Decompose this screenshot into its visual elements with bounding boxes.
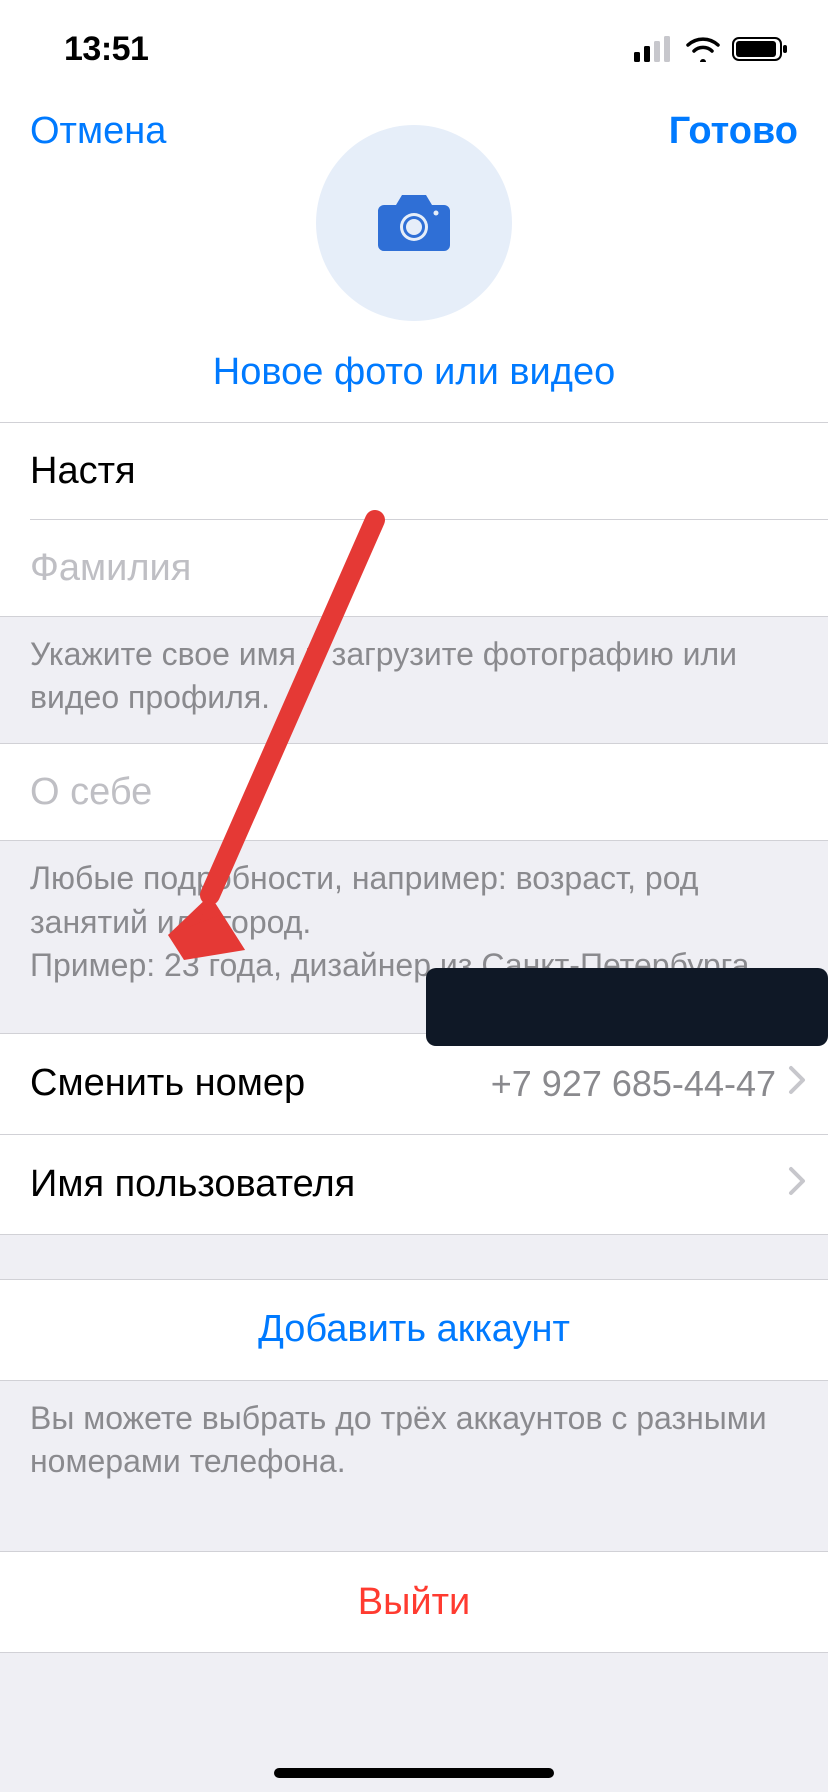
set-photo-link[interactable]: Новое фото или видео <box>213 351 615 394</box>
logout-row[interactable]: Выйти <box>0 1552 828 1652</box>
wifi-icon <box>684 36 722 62</box>
home-indicator <box>274 1768 554 1778</box>
add-account-row[interactable]: Добавить аккаунт <box>0 1280 828 1380</box>
add-account-group: Добавить аккаунт <box>0 1279 828 1381</box>
done-button[interactable]: Готово <box>669 110 798 153</box>
cellular-icon <box>634 36 674 62</box>
cancel-button[interactable]: Отмена <box>30 110 166 153</box>
header-section: Отмена Готово Новое фото или видео <box>0 88 828 422</box>
avatar-placeholder[interactable] <box>316 125 512 321</box>
name-group <box>0 422 828 617</box>
add-account-label: Добавить аккаунт <box>30 1308 798 1351</box>
change-number-row[interactable]: Сменить номер +7 927 685-44-47 <box>0 1034 828 1134</box>
status-bar: 13:51 <box>0 0 828 88</box>
username-row[interactable]: Имя пользователя <box>0 1134 828 1234</box>
name-hint: Укажите свое имя и загрузите фотографию … <box>0 617 828 743</box>
camera-icon <box>374 191 454 255</box>
battery-icon <box>732 36 790 62</box>
bio-field[interactable] <box>30 744 798 840</box>
account-group: Сменить номер +7 927 685-44-47 Имя польз… <box>0 1033 828 1235</box>
logout-label: Выйти <box>30 1581 798 1624</box>
bio-group <box>0 743 828 841</box>
add-account-hint: Вы можете выбрать до трёх аккаунтов с ра… <box>0 1381 828 1507</box>
chevron-right-icon <box>788 1163 806 1206</box>
status-time: 13:51 <box>64 30 148 69</box>
logout-group: Выйти <box>0 1551 828 1653</box>
first-name-field[interactable] <box>30 423 798 519</box>
username-label: Имя пользователя <box>30 1163 355 1206</box>
change-number-label: Сменить номер <box>30 1062 305 1105</box>
redaction-overlay <box>426 968 828 1046</box>
last-name-field[interactable] <box>30 520 798 616</box>
status-icons <box>634 36 790 62</box>
chevron-right-icon <box>788 1062 806 1105</box>
phone-value: +7 927 685-44-47 <box>491 1063 776 1105</box>
bio-hint-line1: Любые подробности, например: возраст, ро… <box>30 857 798 943</box>
